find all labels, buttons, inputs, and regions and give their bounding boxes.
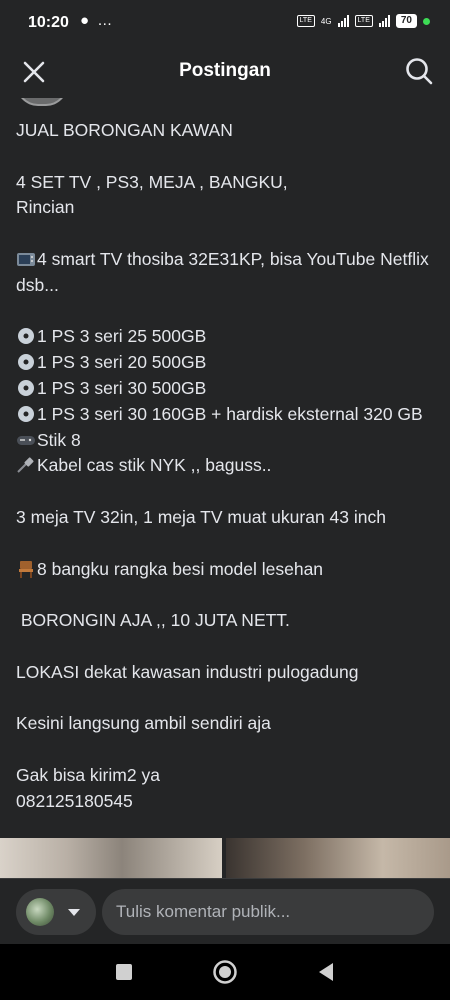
profile-switcher-button[interactable] [16, 889, 96, 935]
post-line: ​ [16, 686, 440, 712]
home-button[interactable] [195, 944, 255, 1000]
post-line: 1 PS 3 seri 25 500GB [16, 324, 440, 350]
top-app-bar: Postingan [0, 46, 450, 98]
post-line: 8 bangku rangka besi model lesehan [16, 557, 440, 583]
post-photo[interactable] [0, 838, 222, 878]
post-line: ​ [16, 582, 440, 608]
gamepad-emoji-icon [17, 435, 35, 445]
post-line: 1 PS 3 seri 20 500GB [16, 350, 440, 376]
post-line[interactable]: 082125180545 [16, 789, 440, 815]
author-name-peek [78, 98, 228, 100]
recents-icon [116, 964, 132, 980]
post-line: 4 smart TV thosiba 32E31KP, bisa YouTube… [16, 248, 434, 295]
network-type: 4G [320, 16, 332, 26]
post-line: ​ [16, 634, 440, 660]
status-indicators: LTE 4G LTE 70 [296, 14, 430, 28]
back-icon [319, 963, 333, 981]
post-line: 1 PS 3 seri 30 160GB + hardisk eksternal… [16, 402, 440, 428]
post-line: JUAL BORONGAN KAWAN [16, 120, 233, 140]
disc-emoji-icon [18, 354, 34, 371]
status-time: 10:20 [28, 14, 69, 31]
comment-composer [0, 878, 450, 944]
post-line: BORONGIN AJA ,, 10 JUTA NETT. [16, 610, 290, 631]
volte-icon: LTE [296, 15, 315, 27]
search-icon [406, 58, 433, 85]
post-line: ​ [16, 144, 440, 170]
back-button[interactable] [296, 944, 356, 1000]
post-photos[interactable] [0, 838, 450, 878]
post-line: Stik 8 [16, 428, 440, 454]
post-line: Gak bisa kirim2 ya [16, 764, 160, 785]
battery-icon: 70 [395, 14, 417, 28]
search-button[interactable] [404, 56, 434, 86]
disc-emoji-icon [18, 379, 34, 396]
author-avatar[interactable] [16, 98, 68, 106]
post-line: ​ [16, 221, 440, 247]
cable-emoji-icon [17, 457, 34, 474]
home-icon [213, 960, 237, 984]
post-line: ​ [16, 531, 440, 557]
post-content: JUAL BORONGAN KAWAN​4 SET TV , PS3, MEJA… [0, 98, 450, 838]
post-body: JUAL BORONGAN KAWAN​4 SET TV , PS3, MEJA… [16, 118, 440, 815]
system-nav-bar [0, 944, 450, 1000]
privacy-dot-icon [423, 17, 430, 25]
disc-emoji-icon [18, 405, 34, 422]
post-line: 4 SET TV , PS3, MEJA , BANGKU, [16, 171, 288, 192]
post-line: LOKASI dekat kawasan industri pulogadung [16, 661, 359, 682]
post-line: ​ [16, 737, 440, 763]
signal-icon-2 [378, 15, 390, 27]
signal-icon [337, 15, 349, 27]
tv-emoji-icon [17, 252, 35, 266]
status-bar: 10:20 ● … LTE 4G LTE 70 [0, 0, 450, 46]
volte-icon-2: LTE [354, 15, 373, 27]
avatar [26, 898, 54, 926]
post-line: Rincian [16, 197, 75, 218]
disc-emoji-icon [18, 328, 34, 345]
post-line: ​ [16, 479, 440, 505]
chair-emoji-icon [19, 560, 33, 578]
post-line: ​ [16, 299, 440, 325]
post-line: Kesini langsung ambil sendiri aja [16, 713, 271, 734]
page-title: Postingan [179, 60, 271, 81]
comment-input[interactable] [102, 889, 434, 935]
post-photo[interactable] [226, 838, 450, 878]
post-line: Kabel cas stik NYK ,, baguss.. [16, 453, 440, 479]
notification-icons: ● … [80, 12, 115, 29]
post-line: 3 meja TV 32in, 1 meja TV muat ukuran 43… [16, 506, 386, 527]
post-line: 1 PS 3 seri 30 500GB [16, 376, 440, 402]
chevron-down-icon [68, 909, 80, 916]
recents-button[interactable] [94, 944, 154, 1000]
